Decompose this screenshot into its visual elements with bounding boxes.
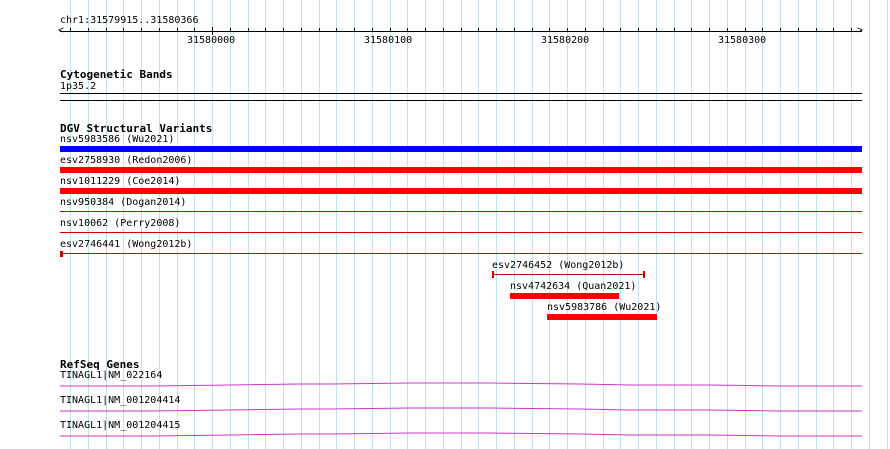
variant-feature[interactable] [60,232,862,233]
ruler-minor-tick [514,28,515,32]
variant-feature[interactable] [493,274,645,275]
ruler-minor-tick [656,28,657,32]
grid-line [869,0,870,449]
ruler-minor-tick [70,28,71,32]
ruler-minor-tick [265,28,266,32]
ruler-minor-tick [798,28,799,32]
ruler-minor-tick [461,28,462,32]
ruler-minor-tick [319,28,320,32]
ruler-tick-label: 31580000 [187,35,236,46]
variant-label: esv2758930 (Redon2006) [60,155,193,166]
ruler-minor-tick [638,28,639,32]
ruler-tick-label: 31580300 [718,35,767,46]
ruler-minor-tick [674,28,675,32]
ruler-minor-tick [620,28,621,32]
ruler-minor-tick [833,28,834,32]
variant-feature[interactable] [60,167,862,173]
ruler-minor-tick [194,28,195,32]
ruler-minor-tick [301,28,302,32]
ruler-minor-tick [123,28,124,32]
gene-model[interactable] [60,405,862,415]
ruler-minor-tick [478,28,479,32]
ruler-minor-tick [851,28,852,32]
ruler-minor-tick [549,28,550,32]
variant-label: esv2746452 (Wong2012b) [492,260,625,271]
cytoband-bar[interactable] [60,93,862,94]
ruler-left-arrow-icon: < [58,25,65,36]
ruler-minor-tick [532,28,533,32]
ruler-minor-tick [816,28,817,32]
variant-feature[interactable] [547,314,657,320]
ruler-minor-tick [727,28,728,32]
ruler-minor-tick [709,28,710,32]
ruler-tick-label: 31580200 [541,35,590,46]
variant-feature[interactable] [60,211,862,212]
ruler-tick-label: 31580100 [364,35,413,46]
ruler-minor-tick [141,28,142,32]
grid-line [887,0,888,449]
variant-feature[interactable] [60,188,862,194]
ruler-minor-tick [390,28,391,32]
variant-feature[interactable] [60,253,862,254]
ruler-right-arrow-icon: > [857,25,864,36]
variant-label: nsv1011229 (Coe2014) [60,176,181,187]
ruler-minor-tick [762,28,763,32]
ruler-minor-tick [745,28,746,32]
ruler-minor-tick [691,28,692,32]
ruler-minor-tick [372,28,373,32]
ruler-minor-tick [407,28,408,32]
cytoband-label: 1p35.2 [60,81,97,92]
genome-browser-view: chr1:31579915..31580366 < > 31580000 315… [0,0,890,449]
variant-label: nsv950384 (Dogan2014) [60,197,187,208]
ruler-minor-tick [496,28,497,32]
ruler-minor-tick [443,28,444,32]
variant-endcap [492,271,494,278]
variant-label: nsv4742634 (Quan2021) [510,281,637,292]
ruler-minor-tick [159,28,160,32]
ruler-minor-tick [283,28,284,32]
track-divider [60,100,862,101]
cytoband-track-title: Cytogenetic Bands [60,68,173,81]
ruler-minor-tick [336,28,337,32]
ruler-minor-tick [585,28,586,32]
variant-label: esv2746441 (Wong2012b) [60,239,193,250]
variant-endcap [60,251,63,257]
ruler-minor-tick [230,28,231,32]
ruler-major-tick [212,27,213,35]
variant-label: nsv10062 (Perry2008) [60,218,181,229]
region-label: chr1:31579915..31580366 [60,15,199,26]
variant-label: nsv5983786 (Wu2021) [547,302,662,313]
ruler-minor-tick [88,28,89,32]
ruler-minor-tick [425,28,426,32]
variant-endcap [643,271,645,278]
ruler-minor-tick [354,28,355,32]
gene-model[interactable] [60,430,862,440]
ruler-minor-tick [603,28,604,32]
variant-feature[interactable] [60,146,862,152]
variant-label: nsv5983586 (Wu2021) [60,134,175,145]
ruler-minor-tick [106,28,107,32]
gene-model[interactable] [60,380,862,390]
ruler-minor-tick [248,28,249,32]
ruler-minor-tick [177,28,178,32]
ruler-minor-tick [567,28,568,32]
ruler-minor-tick [780,28,781,32]
variant-feature[interactable] [510,293,619,299]
